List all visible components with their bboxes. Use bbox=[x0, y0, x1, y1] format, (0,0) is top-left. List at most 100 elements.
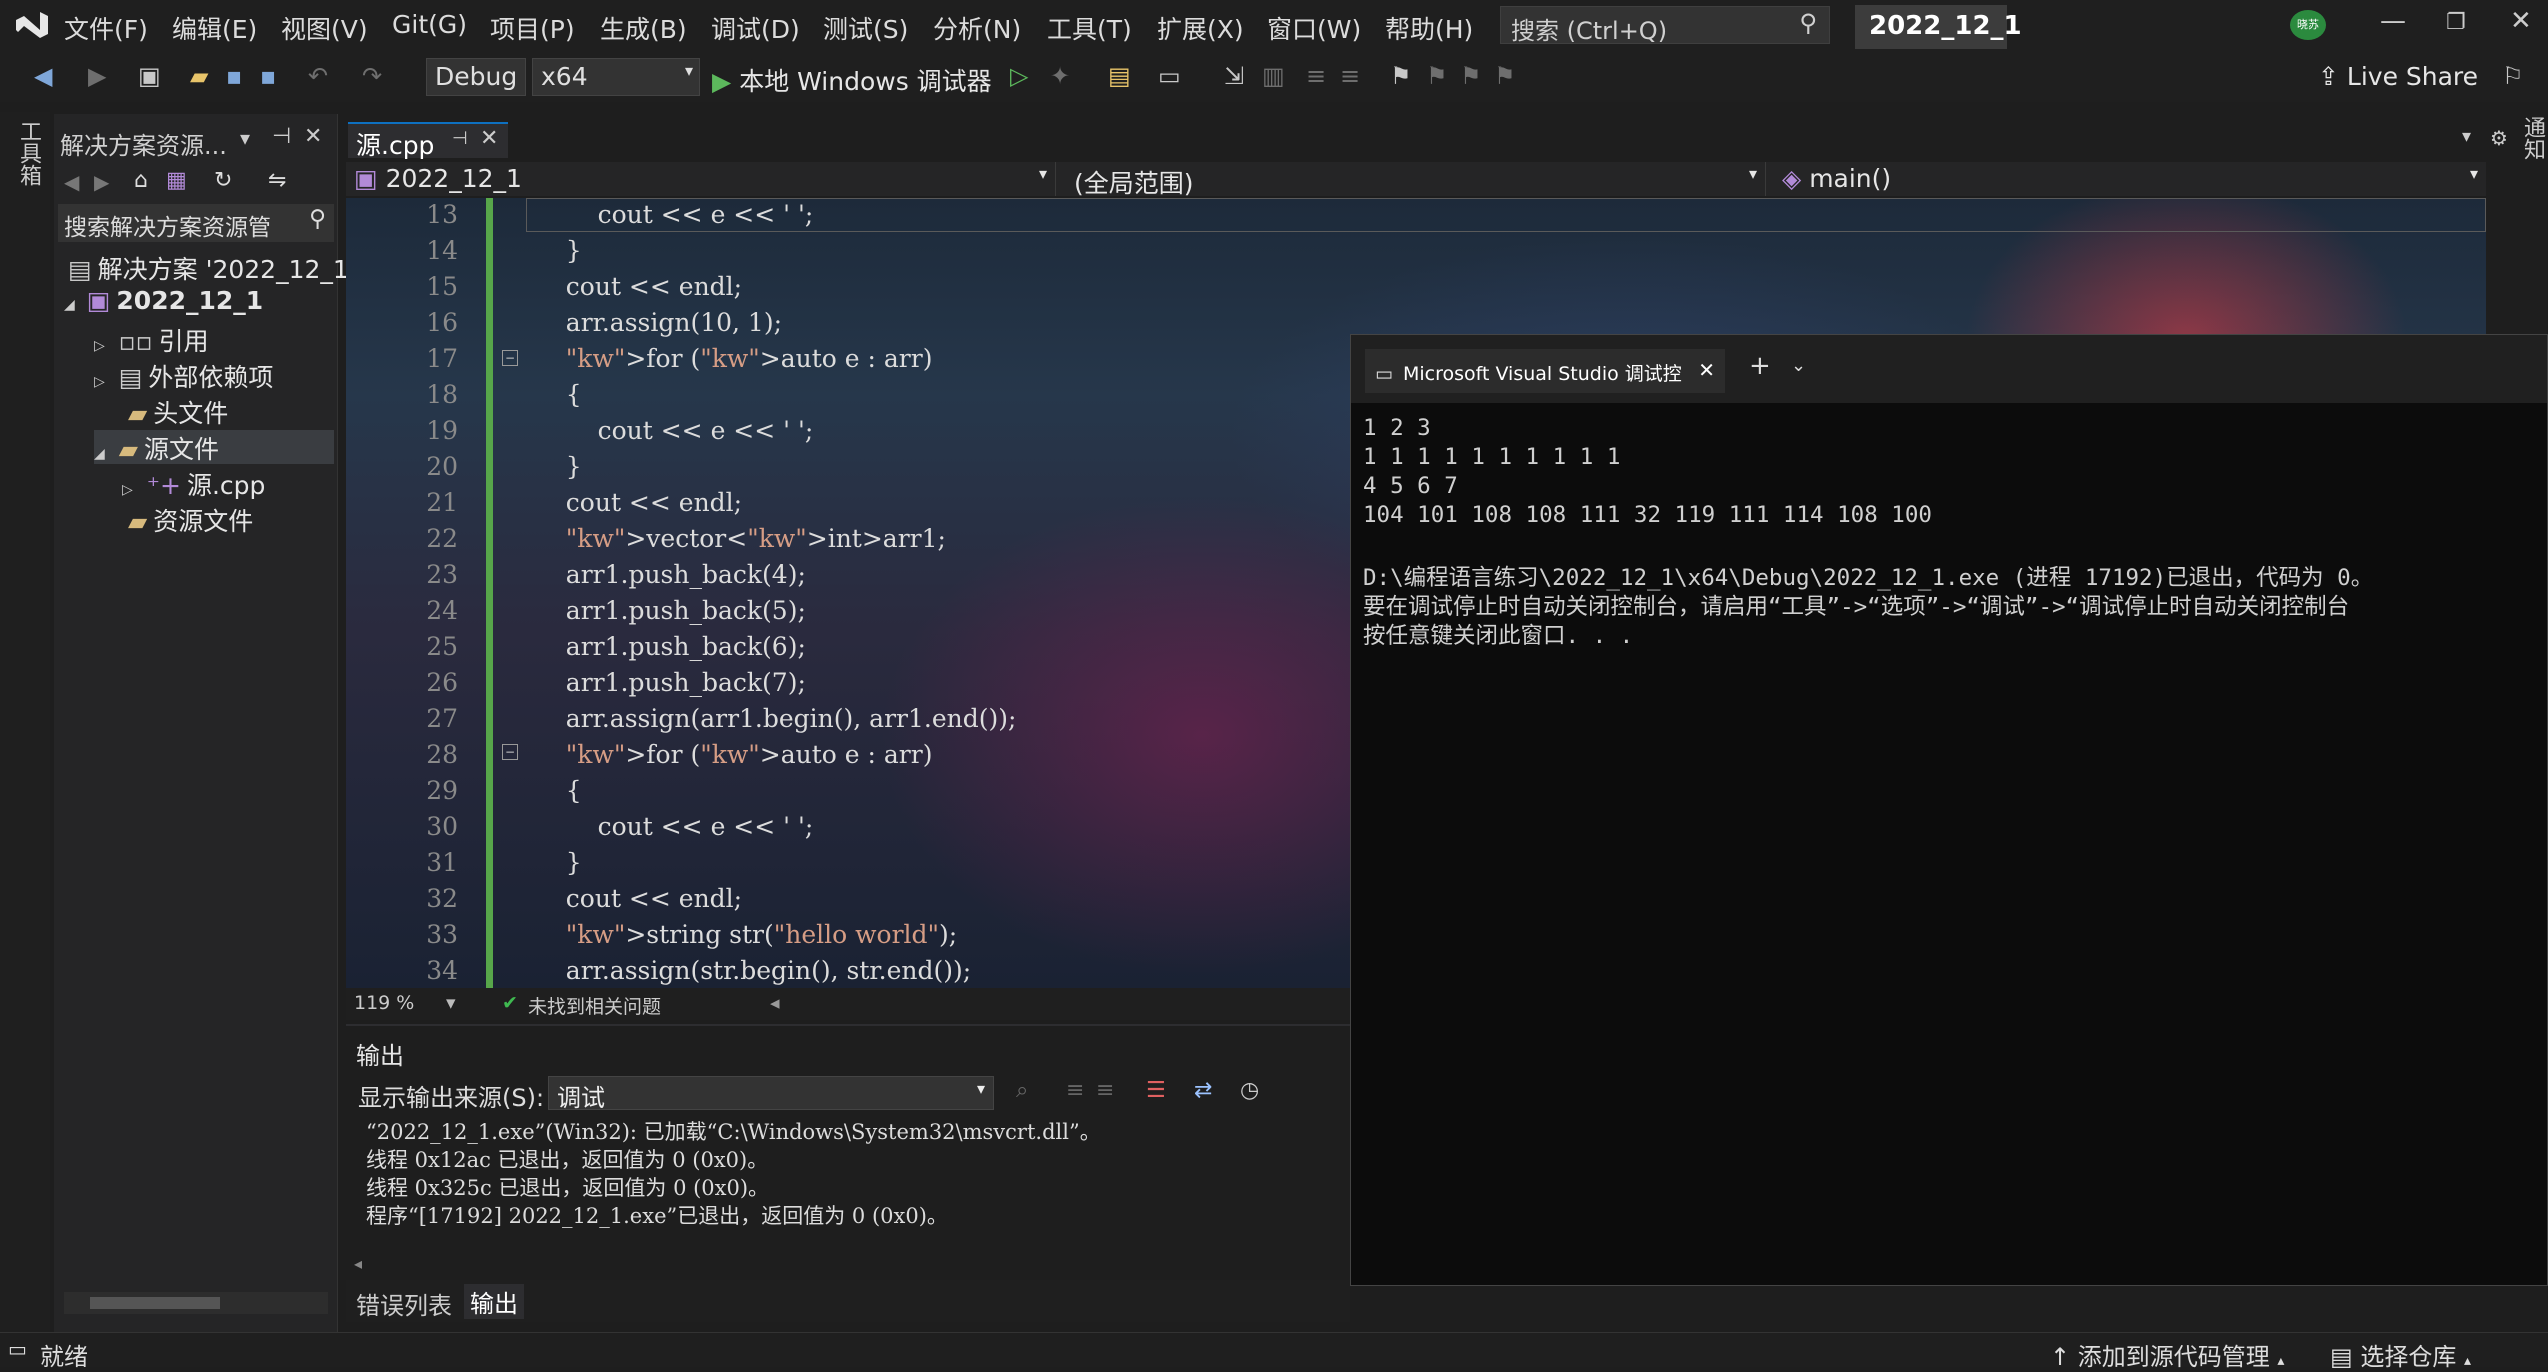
sync-icon[interactable]: ↻ bbox=[214, 168, 232, 193]
run-debugger-button[interactable]: ▶ 本地 Windows 调试器 bbox=[712, 62, 992, 98]
chevron-down-icon: ▾ bbox=[976, 1079, 985, 1098]
output-line: 线程 0x12ac 已退出，返回值为 0 (0x0)。 bbox=[366, 1148, 769, 1172]
terminal-icon: ▭ bbox=[1375, 363, 1393, 385]
word-wrap-icon[interactable]: ⇄ bbox=[1194, 1078, 1212, 1103]
save-all-icon[interactable]: ▪ bbox=[260, 62, 276, 90]
menu-window[interactable]: 窗口(W) bbox=[1267, 10, 1361, 46]
menu-build[interactable]: 生成(B) bbox=[600, 10, 687, 46]
menu-help[interactable]: 帮助(H) bbox=[1385, 10, 1473, 46]
nav-scope-select[interactable]: (全局范围) ▾ bbox=[1066, 162, 1766, 198]
tree-item-solution[interactable]: ▤ 解决方案 '2022_12_1 bbox=[68, 250, 349, 284]
pin-icon[interactable]: ⊣ bbox=[452, 128, 468, 149]
pin-icon[interactable]: ⊣ bbox=[272, 124, 291, 149]
chevron-down-icon: ▾ bbox=[1038, 164, 1047, 183]
platform-select[interactable]: x64 ▾ bbox=[532, 58, 700, 96]
tree-item-header-files[interactable]: ▰ 头文件 bbox=[128, 394, 334, 428]
tree-item-project[interactable]: ◢ ▣ 2022_12_1 bbox=[64, 286, 334, 320]
scroll-left-icon[interactable]: ◂ bbox=[354, 1254, 362, 1273]
output-source-select[interactable]: 调试 ▾ bbox=[548, 1076, 994, 1112]
console-output[interactable]: 1 2 3 1 1 1 1 1 1 1 1 1 1 4 5 6 7 104 101 1… bbox=[1351, 403, 2547, 1283]
start-without-debug-icon[interactable]: ▷ bbox=[1010, 62, 1028, 90]
notifications-tab[interactable]: 通知 bbox=[2516, 116, 2548, 160]
tab-error-list[interactable]: 错误列表 bbox=[356, 1286, 452, 1321]
comment-icon[interactable]: ≡ bbox=[1306, 62, 1326, 90]
next-message-icon[interactable]: ≡ bbox=[1096, 1078, 1114, 1103]
minimize-icon[interactable]: — bbox=[2380, 6, 2406, 36]
menu-view[interactable]: 视图(V) bbox=[281, 10, 368, 46]
issues-status[interactable]: 未找到相关问题 bbox=[528, 992, 661, 1019]
nav-forward-icon[interactable]: ▶ bbox=[94, 170, 109, 194]
zoom-dropdown-icon[interactable]: ▾ bbox=[446, 992, 456, 1014]
solution-search-input[interactable]: 搜索解决方案资源管 ⚲ bbox=[58, 204, 334, 242]
output-text[interactable]: “2022_12_1.exe”(Win32): 已加载“C:\Windows\S… bbox=[346, 1114, 1350, 1264]
prev-message-icon[interactable]: ≡ bbox=[1066, 1078, 1084, 1103]
window-layout-icon[interactable]: ▭ bbox=[1158, 62, 1181, 90]
tab-list-icon[interactable]: ▾ bbox=[2462, 126, 2471, 147]
dropdown-icon[interactable]: ▾ bbox=[240, 126, 250, 150]
tab-output[interactable]: 输出 bbox=[464, 1284, 524, 1319]
scroll-left-icon[interactable]: ◂ bbox=[770, 992, 780, 1014]
open-folder-icon[interactable]: ▰ bbox=[190, 62, 208, 90]
next-bookmark-icon[interactable]: ⚑ bbox=[1460, 62, 1482, 90]
browse-icon[interactable]: ▤ bbox=[1108, 62, 1131, 90]
fold-toggle-icon[interactable]: − bbox=[502, 744, 518, 760]
menu-debug[interactable]: 调试(D) bbox=[711, 10, 800, 46]
nav-back-icon[interactable]: ◀ bbox=[64, 170, 79, 194]
find-message-icon[interactable]: ⌕ bbox=[1016, 1078, 1028, 1103]
forward-icon[interactable]: ▶ bbox=[88, 62, 106, 90]
menu-extensions[interactable]: 扩展(X) bbox=[1157, 10, 1244, 46]
menu-tools[interactable]: 工具(T) bbox=[1047, 10, 1132, 46]
menu-analyze[interactable]: 分析(N) bbox=[933, 10, 1021, 46]
save-icon[interactable]: ▪ bbox=[226, 62, 242, 90]
clock-icon[interactable]: ◷ bbox=[1240, 1078, 1259, 1103]
menu-edit[interactable]: 编辑(E) bbox=[172, 10, 257, 46]
fold-toggle-icon[interactable]: − bbox=[502, 350, 518, 366]
back-icon[interactable]: ◀ bbox=[34, 62, 52, 90]
menu-git[interactable]: Git(G) bbox=[392, 10, 467, 39]
config-select[interactable]: Debug bbox=[426, 58, 526, 96]
bookmark-icon[interactable]: ⚑ bbox=[1390, 62, 1412, 90]
search-box[interactable]: 搜索 (Ctrl+Q) ⚲ bbox=[1500, 6, 1830, 45]
uncomment-icon[interactable]: ≡ bbox=[1340, 62, 1360, 90]
hot-reload-icon[interactable]: ✦ bbox=[1050, 62, 1070, 90]
collapse-icon[interactable]: ⇋ bbox=[268, 168, 286, 193]
tree-item-source-cpp[interactable]: ▷ ⁺+ 源.cpp bbox=[122, 466, 334, 500]
menu-file[interactable]: 文件(F) bbox=[64, 10, 148, 46]
horizontal-scrollbar[interactable] bbox=[64, 1292, 328, 1314]
menu-project[interactable]: 项目(P) bbox=[490, 10, 575, 46]
tree-item-resource-files[interactable]: ▰ 资源文件 bbox=[128, 502, 334, 536]
prev-bookmark-icon[interactable]: ⚑ bbox=[1426, 62, 1448, 90]
format-icon[interactable]: ▥ bbox=[1262, 62, 1285, 90]
close-panel-icon[interactable]: ✕ bbox=[304, 124, 322, 149]
switch-views-icon[interactable]: ▦ bbox=[166, 168, 187, 193]
undo-icon[interactable]: ↶ bbox=[308, 62, 328, 90]
chevron-down-icon[interactable]: ⌄ bbox=[1791, 355, 1806, 376]
clear-bookmarks-icon[interactable]: ⚑ bbox=[1494, 62, 1516, 90]
step-icon[interactable]: ⇲ bbox=[1224, 62, 1244, 90]
close-tab-icon[interactable]: ✕ bbox=[480, 126, 498, 151]
tree-item-external-deps[interactable]: ▷ ▤ 外部依赖项 bbox=[94, 358, 334, 392]
new-project-icon[interactable]: ▣ bbox=[138, 62, 161, 90]
zoom-level[interactable]: 119 % bbox=[354, 992, 414, 1014]
nav-member-select[interactable]: ◈ main() ▾ bbox=[1774, 162, 2486, 196]
new-tab-icon[interactable]: + bbox=[1749, 351, 1771, 381]
close-window-icon[interactable]: ✕ bbox=[2510, 6, 2532, 36]
line-number: 17 bbox=[426, 344, 458, 373]
home-icon[interactable]: ⌂ bbox=[134, 168, 148, 193]
console-tab[interactable]: ▭ Microsoft Visual Studio 调试控 ✕ bbox=[1365, 349, 1725, 393]
redo-icon[interactable]: ↷ bbox=[362, 62, 382, 90]
feedback-icon[interactable]: ⚐ bbox=[2502, 62, 2524, 90]
tree-item-source-files[interactable]: ◢ ▰ 源文件 bbox=[94, 430, 334, 464]
toolbox-tab[interactable]: 工具箱 bbox=[12, 120, 44, 186]
nav-project-select[interactable]: ▣ 2022_12_1 ▾ bbox=[346, 162, 1056, 196]
close-tab-icon[interactable]: ✕ bbox=[1698, 358, 1715, 382]
clear-all-icon[interactable]: ☰ bbox=[1146, 1078, 1166, 1103]
live-share-button[interactable]: ⇪ Live Share bbox=[2318, 62, 2478, 91]
avatar[interactable]: 晓苏 bbox=[2290, 10, 2326, 40]
settings-icon[interactable]: ⚙ bbox=[2490, 126, 2508, 150]
tab-source-cpp[interactable]: 源.cpp ⊣ ✕ bbox=[348, 122, 508, 160]
restore-icon[interactable]: ❐ bbox=[2446, 10, 2466, 35]
tree-item-references[interactable]: ▷ ▫▫ 引用 bbox=[94, 322, 334, 356]
menu-test[interactable]: 测试(S) bbox=[823, 10, 908, 46]
project-icon: ▣ bbox=[354, 164, 378, 193]
